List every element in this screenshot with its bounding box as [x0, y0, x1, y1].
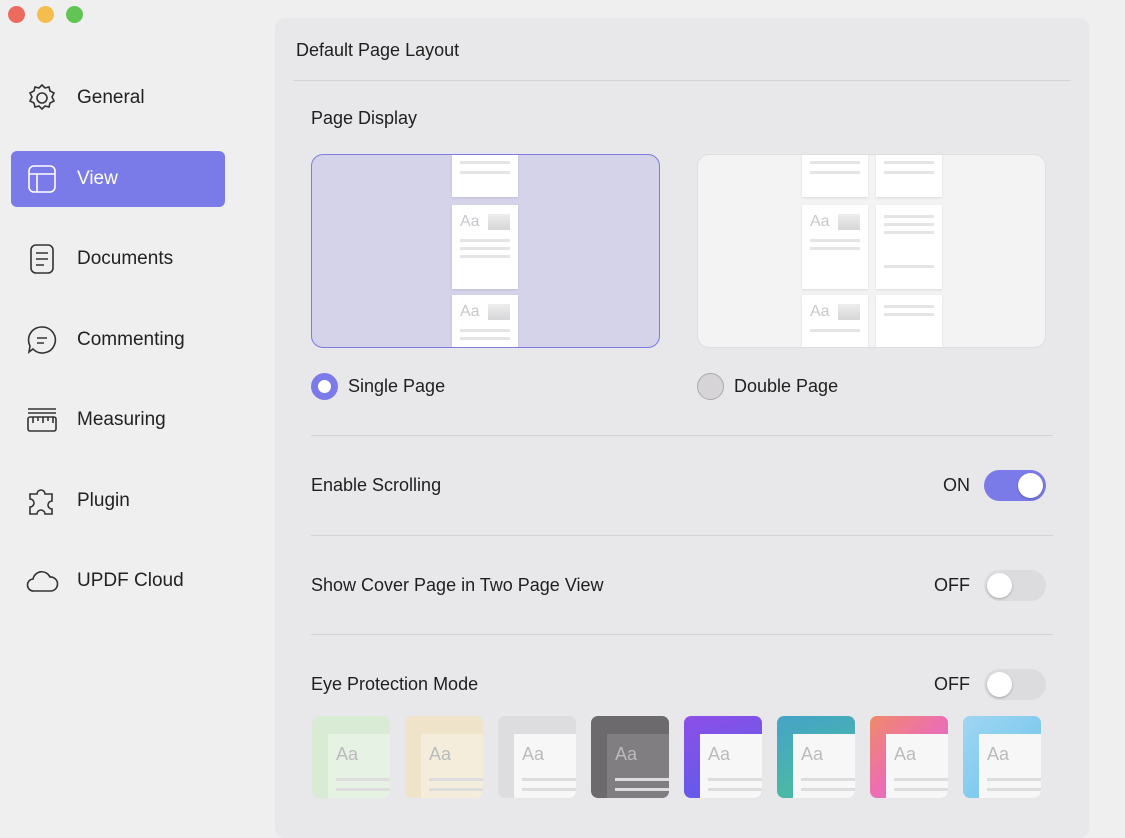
sidebar-item-general[interactable]: General: [11, 70, 225, 126]
preview-text: Aa: [894, 744, 917, 764]
page-display-heading: Page Display: [311, 108, 418, 128]
layout-icon: [28, 164, 56, 193]
sidebar-item-measuring[interactable]: Measuring: [11, 392, 225, 448]
page-thumbnail: [876, 295, 942, 347]
toggle-state: OFF: [934, 575, 970, 595]
eye-protection-row: Eye Protection Mode OFF: [311, 669, 1046, 700]
preview-text: Aa: [810, 303, 830, 320]
preview-text: Aa: [522, 744, 545, 764]
window-controls: [8, 6, 83, 23]
theme-page: Aa: [328, 734, 390, 798]
cloud-icon: [26, 571, 59, 592]
theme-page: Aa: [886, 734, 948, 798]
theme-page: Aa: [979, 734, 1041, 798]
gear-icon: [28, 83, 56, 111]
preview-text: Aa: [460, 213, 480, 230]
sidebar-item-commenting[interactable]: Commenting: [11, 312, 225, 368]
sidebar-item-view[interactable]: View: [11, 150, 225, 207]
sidebar-item-label: View: [77, 167, 118, 189]
preview-text: Aa: [615, 744, 638, 764]
sidebar-item-label: Commenting: [77, 328, 185, 350]
theme-page: Aa: [793, 734, 855, 798]
divider: [311, 634, 1053, 635]
double-page-label: Double Page: [734, 376, 839, 396]
page-thumbnail: [452, 155, 518, 197]
enable-scrolling-label: Enable Scrolling: [311, 475, 442, 495]
panel-title: Default Page Layout: [296, 40, 460, 60]
settings-panel: Default Page Layout Page Display Aa Aa A…: [275, 18, 1089, 838]
sidebar-item-label: General: [77, 87, 145, 108]
minimize-button[interactable]: [37, 6, 54, 23]
page-thumbnail: Aa: [452, 205, 518, 289]
eye-protection-toggle[interactable]: [984, 669, 1046, 700]
radio-unselected: [697, 373, 724, 400]
single-page-radio[interactable]: Single Page: [311, 373, 445, 400]
divider: [311, 535, 1053, 536]
cover-page-row: Show Cover Page in Two Page View OFF: [311, 570, 1046, 601]
theme-option[interactable]: Aa: [963, 716, 1041, 798]
close-button[interactable]: [8, 6, 25, 23]
single-page-label: Single Page: [348, 376, 446, 396]
preview-text: Aa: [801, 744, 824, 764]
sidebar-item-label: Plugin: [77, 489, 130, 511]
theme-option[interactable]: Aa: [498, 716, 576, 798]
sidebar-item-updf-cloud[interactable]: UPDF Cloud: [11, 553, 225, 609]
sidebar-item-plugin[interactable]: Plugin: [11, 473, 225, 529]
toggle-state: OFF: [934, 674, 970, 694]
theme-option[interactable]: Aa: [405, 716, 483, 798]
toggle-state: ON: [943, 475, 970, 495]
document-icon: [30, 244, 54, 274]
theme-option[interactable]: Aa: [684, 716, 762, 798]
page-thumbnail: Aa: [802, 295, 868, 347]
cover-page-label: Show Cover Page in Two Page View: [311, 575, 604, 595]
theme-page: Aa: [421, 734, 483, 798]
preview-text: Aa: [810, 213, 830, 230]
preview-text: Aa: [460, 303, 480, 320]
page-thumbnail: Aa: [452, 295, 518, 347]
divider: [311, 435, 1053, 436]
page-thumbnail: [802, 155, 868, 197]
theme-option[interactable]: Aa: [591, 716, 669, 798]
sidebar-item-label: Measuring: [77, 409, 166, 430]
theme-option[interactable]: Aa: [777, 716, 855, 798]
sidebar: General View Documents Commenting Measur…: [11, 70, 225, 634]
page-thumbnail: Aa: [802, 205, 868, 289]
puzzle-icon: [29, 488, 53, 515]
radio-selected: [311, 373, 338, 400]
double-page-preview[interactable]: Aa Aa: [697, 154, 1046, 348]
theme-option[interactable]: Aa: [312, 716, 390, 798]
double-page-radio[interactable]: Double Page: [697, 373, 838, 400]
zoom-button[interactable]: [66, 6, 83, 23]
theme-option[interactable]: Aa: [870, 716, 948, 798]
theme-page: Aa: [514, 734, 576, 798]
eye-protection-label: Eye Protection Mode: [311, 674, 479, 694]
preview-text: Aa: [336, 744, 359, 764]
page-thumbnail: [876, 205, 942, 289]
sidebar-item-documents[interactable]: Documents: [11, 231, 225, 287]
theme-page: Aa: [607, 734, 669, 798]
sidebar-item-label: Documents: [77, 248, 174, 269]
ruler-icon: [27, 408, 57, 432]
page-thumbnail: [876, 155, 942, 197]
enable-scrolling-row: Enable Scrolling ON: [311, 470, 1046, 501]
cover-page-toggle[interactable]: [984, 570, 1046, 601]
sidebar-item-label: UPDF Cloud: [77, 570, 184, 591]
preview-text: Aa: [429, 744, 452, 764]
eye-protection-themes: Aa Aa Aa Aa Aa Aa Aa Aa: [312, 716, 1041, 798]
theme-page: Aa: [700, 734, 762, 798]
divider: [293, 80, 1071, 81]
preview-text: Aa: [708, 744, 731, 764]
preview-text: Aa: [987, 744, 1010, 764]
single-page-preview[interactable]: Aa Aa: [311, 154, 660, 348]
comment-icon: [27, 325, 57, 354]
enable-scrolling-toggle[interactable]: [984, 470, 1046, 501]
